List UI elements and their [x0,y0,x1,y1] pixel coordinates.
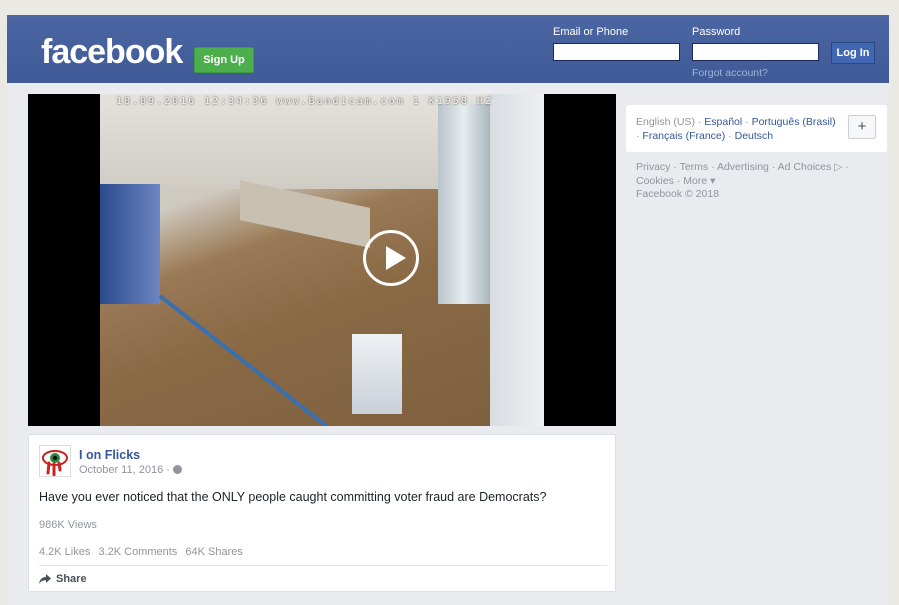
copyright: Facebook © 2018 [636,188,720,200]
language-option[interactable]: Français (France) [642,130,725,142]
page: facebook Sign Up Email or Phone Password… [7,15,889,605]
video-scene-pillar [438,104,490,304]
footer-link-terms[interactable]: Terms [680,161,709,173]
divider [39,565,607,566]
sign-up-button[interactable]: Sign Up [194,47,254,73]
video-scene-right-wall [490,94,544,426]
post-date: October 11, 2016 · [79,464,182,476]
bleeding-eye-icon [42,450,68,477]
shares-count[interactable]: 64K Shares [185,546,242,558]
more-languages-button[interactable]: + [848,115,876,139]
password-field[interactable] [692,43,819,61]
likes-count[interactable]: 4.2K Likes [39,546,90,558]
email-label: Email or Phone [553,26,629,38]
share-arrow-icon [39,574,51,584]
footer-link-cookies[interactable]: Cookies [636,175,674,187]
avatar[interactable] [39,445,71,477]
top-bar: facebook Sign Up Email or Phone Password… [7,15,889,83]
globe-icon [172,465,182,474]
language-selector-card: English (US) · Español · Português (Bras… [626,105,887,152]
log-in-button[interactable]: Log In [831,42,875,64]
play-circle-icon[interactable] [363,230,419,286]
video-player[interactable]: 18.09.2016 12:34:36 www.Bandicam.com 1 K… [28,94,616,426]
language-option[interactable]: Español [704,116,742,128]
caret-down-icon: ▾ [707,174,716,187]
share-label: Share [56,573,87,585]
video-scene-floor-line [158,294,359,426]
video-scene-table [240,180,370,248]
footer-link-privacy[interactable]: Privacy [636,161,670,173]
video-frame: 18.09.2016 12:34:36 www.Bandicam.com 1 K… [100,94,544,426]
share-button[interactable]: Share [39,573,87,585]
video-scene-booth [100,184,160,304]
post-text: Have you ever noticed that the ONLY peop… [39,490,547,504]
language-option[interactable]: Deutsch [735,130,774,142]
video-scene-ballot-box [352,334,402,414]
email-field[interactable] [553,43,680,61]
password-label: Password [692,26,741,38]
views-count: 986K Views [39,519,97,531]
current-language: English (US) [636,116,695,128]
facebook-logo[interactable]: facebook [41,33,183,72]
language-option[interactable]: Português (Brasil) [752,116,836,128]
post-stats: 4.2K Likes 3.2K Comments 64K Shares [39,546,248,558]
footer-link-more[interactable]: More [683,175,707,187]
video-timestamp-overlay: 18.09.2016 12:34:36 www.Bandicam.com 1 K… [116,96,493,107]
post-author-link[interactable]: I on Flicks [79,448,140,462]
footer-link-advertising[interactable]: Advertising [717,161,769,173]
language-list: English (US) · Español · Português (Bras… [636,116,836,142]
comments-count[interactable]: 3.2K Comments [98,546,177,558]
footer-links: Privacy · Terms · Advertising · Ad Choic… [636,161,849,200]
forgot-account-link[interactable]: Forgot account? [692,67,768,79]
date-separator: · [163,464,173,476]
ad-choices-icon: ▷ [831,161,843,173]
post-date-text[interactable]: October 11, 2016 [79,464,163,476]
post-card: I on Flicks October 11, 2016 · Have you … [28,434,616,592]
footer-link-ad-choices[interactable]: Ad Choices [778,161,832,173]
